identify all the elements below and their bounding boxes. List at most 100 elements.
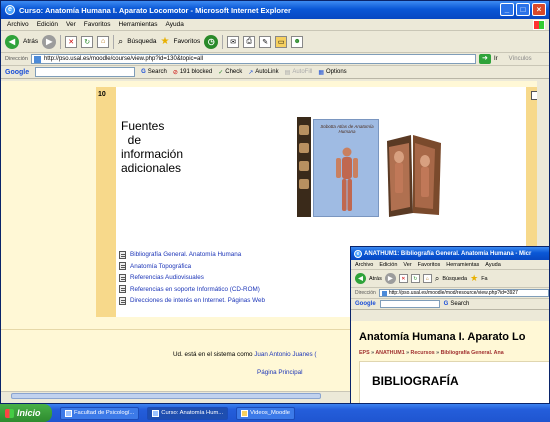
search-button-label[interactable]: Búsqueda bbox=[127, 38, 156, 45]
search-icon[interactable]: ⌕ bbox=[435, 274, 439, 284]
go-arrow-icon[interactable]: ➜ bbox=[478, 54, 491, 64]
breadcrumb-item[interactable]: ANATHUM1 bbox=[375, 350, 404, 356]
spell-check-button[interactable]: ✓ Check bbox=[218, 69, 242, 76]
start-button[interactable]: Inicio bbox=[0, 404, 52, 422]
search-icon[interactable]: ⌕ bbox=[118, 36, 123, 47]
toolbar: ◀ Atrás ▶ ✕ ↻ ⌂ ⌕ Búsqueda ★ Fa bbox=[351, 270, 549, 288]
document-icon bbox=[119, 285, 126, 294]
close-button[interactable]: × bbox=[532, 3, 546, 16]
minimize-button[interactable]: _ bbox=[500, 3, 514, 16]
google-logo[interactable]: Google bbox=[5, 69, 29, 76]
browser-window-bibliografia: e ANATHUM1: Bibliografía General. Anatom… bbox=[350, 246, 550, 404]
address-url: http://pso.usal.es/moodle/mod/resource/v… bbox=[388, 290, 518, 296]
home-icon[interactable]: ⌂ bbox=[97, 35, 110, 48]
options-button[interactable]: ▦ Options bbox=[318, 69, 346, 76]
menu-favoritos[interactable]: Favoritos bbox=[84, 21, 111, 28]
google-g-icon: G bbox=[443, 301, 449, 307]
favorites-star-icon[interactable]: ★ bbox=[161, 36, 170, 47]
favorites-star-icon[interactable]: ★ bbox=[470, 273, 478, 284]
address-input[interactable]: http://pso.usal.es/moodle/mod/resource/v… bbox=[378, 289, 549, 297]
folder-icon[interactable]: ▭ bbox=[275, 35, 288, 48]
title-bar[interactable]: e ANATHUM1: Bibliografía General. Anatom… bbox=[351, 247, 549, 260]
maximize-button[interactable]: □ bbox=[516, 3, 530, 16]
resource-link[interactable]: Bibliografía General. Anatomía Humana bbox=[130, 251, 241, 258]
stop-icon[interactable]: ✕ bbox=[65, 35, 78, 48]
home-icon[interactable]: ⌂ bbox=[422, 274, 432, 283]
google-search-input[interactable] bbox=[35, 67, 136, 77]
taskbar-item-videos[interactable]: Videos_Moodle bbox=[236, 406, 295, 420]
breadcrumb-item[interactable]: EPS bbox=[359, 350, 370, 356]
resource-link[interactable]: Anatomía Topográfica bbox=[130, 263, 191, 270]
google-search-input[interactable] bbox=[379, 300, 440, 308]
page-icon bbox=[381, 291, 387, 296]
breadcrumb-item[interactable]: Recursos bbox=[411, 350, 435, 356]
document-icon bbox=[119, 296, 126, 305]
autolink-icon: ↗ bbox=[248, 69, 254, 76]
home-page-link[interactable]: Página Principal bbox=[257, 369, 303, 376]
taskbar-item-curso[interactable]: Curso: Anatomía Hum... bbox=[147, 406, 229, 420]
title-bar[interactable]: e Curso: Anatomía Humana I. Aparato Loco… bbox=[1, 1, 549, 19]
menu-ver[interactable]: Ver bbox=[66, 21, 76, 28]
bone-images-strip bbox=[297, 117, 311, 217]
resource-link[interactable]: Referencias en soporte Informático (CD-R… bbox=[130, 286, 260, 293]
list-item[interactable]: Referencias en soporte Informático (CD-R… bbox=[119, 284, 265, 296]
google-g-icon: G bbox=[141, 69, 146, 75]
document-icon bbox=[119, 273, 126, 282]
mail-icon[interactable]: ✉ bbox=[227, 35, 240, 48]
favorites-button-label[interactable]: Fa bbox=[481, 276, 487, 282]
menu-favoritos[interactable]: Favoritos bbox=[418, 262, 441, 268]
back-button-label[interactable]: Atrás bbox=[23, 38, 38, 45]
address-label: Dirección bbox=[5, 56, 28, 62]
list-item[interactable]: Bibliografía General. Anatomía Humana bbox=[119, 249, 265, 261]
messenger-icon[interactable]: ☻ bbox=[291, 35, 304, 48]
autofill-button[interactable]: ▤ AutoFill bbox=[285, 69, 313, 76]
list-item[interactable]: Direcciones de interés en Internet. Pági… bbox=[119, 295, 265, 307]
back-arrow-icon[interactable]: ◀ bbox=[5, 34, 19, 49]
menu-archivo[interactable]: Archivo bbox=[355, 262, 373, 268]
menu-herramientas[interactable]: Herramientas bbox=[446, 262, 479, 268]
google-search-button[interactable]: G Search bbox=[141, 69, 167, 75]
check-icon: ✓ bbox=[218, 69, 224, 76]
start-label: Inicio bbox=[17, 408, 41, 418]
print-icon[interactable]: ⎙ bbox=[243, 35, 256, 48]
address-bar: Dirección http://pso.usal.es/moodle/cour… bbox=[1, 53, 549, 66]
back-button-label[interactable]: Atrás bbox=[369, 276, 382, 282]
taskbar: Inicio Facultad de Psicologí... Curso: A… bbox=[0, 404, 550, 422]
taskbar-item-facultad[interactable]: Facultad de Psicologí... bbox=[60, 406, 140, 420]
list-item[interactable]: Anatomía Topográfica bbox=[119, 261, 265, 273]
back-arrow-icon[interactable]: ◀ bbox=[355, 273, 366, 284]
address-input[interactable]: http://pso.usal.es/moodle/course/view.ph… bbox=[30, 54, 476, 64]
resource-link[interactable]: Referencias Audiovisuales bbox=[130, 274, 204, 281]
history-icon[interactable]: ◷ bbox=[204, 34, 219, 49]
forward-arrow-icon[interactable]: ▶ bbox=[384, 273, 396, 284]
stop-icon[interactable]: ✕ bbox=[398, 274, 408, 283]
menu-ayuda[interactable]: Ayuda bbox=[485, 262, 501, 268]
list-item[interactable]: Referencias Audiovisuales bbox=[119, 272, 265, 284]
menu-herramientas[interactable]: Herramientas bbox=[119, 21, 158, 28]
google-search-button[interactable]: G Search bbox=[444, 301, 470, 307]
refresh-icon[interactable]: ↻ bbox=[410, 274, 420, 283]
course-title: Anatomía Humana I. Aparato Lo bbox=[359, 331, 526, 343]
go-button-label[interactable]: Ir bbox=[494, 56, 498, 62]
menu-edicion[interactable]: Edición bbox=[37, 21, 58, 28]
search-button-label[interactable]: Búsqueda bbox=[442, 276, 467, 282]
menu-edicion[interactable]: Edición bbox=[379, 262, 397, 268]
favorites-button-label[interactable]: Favoritos bbox=[173, 38, 200, 45]
ie-page-icon bbox=[152, 409, 160, 417]
menu-ver[interactable]: Ver bbox=[403, 262, 411, 268]
menu-ayuda[interactable]: Ayuda bbox=[166, 21, 184, 28]
popup-blocked-indicator[interactable]: ⊘ 191 blocked bbox=[173, 69, 212, 76]
refresh-icon[interactable]: ↻ bbox=[81, 35, 94, 48]
show-one-topic-icon[interactable] bbox=[531, 91, 537, 100]
autolink-button[interactable]: ↗ AutoLink bbox=[248, 69, 278, 76]
resource-link[interactable]: Direcciones de interés en Internet. Pági… bbox=[130, 297, 265, 304]
menu-archivo[interactable]: Archivo bbox=[7, 21, 29, 28]
user-link[interactable]: Juan Antonio Juanes ( bbox=[254, 351, 316, 358]
login-info: Ud. está en el sistema como Juan Antonio… bbox=[173, 351, 317, 358]
address-label: Dirección bbox=[355, 290, 376, 296]
google-logo[interactable]: Google bbox=[355, 301, 376, 307]
forward-arrow-icon[interactable]: ▶ bbox=[42, 34, 57, 49]
links-label[interactable]: Vínculos bbox=[509, 56, 532, 62]
anatomy-figure-icon bbox=[336, 147, 358, 211]
edit-icon[interactable]: ✎ bbox=[259, 35, 272, 48]
